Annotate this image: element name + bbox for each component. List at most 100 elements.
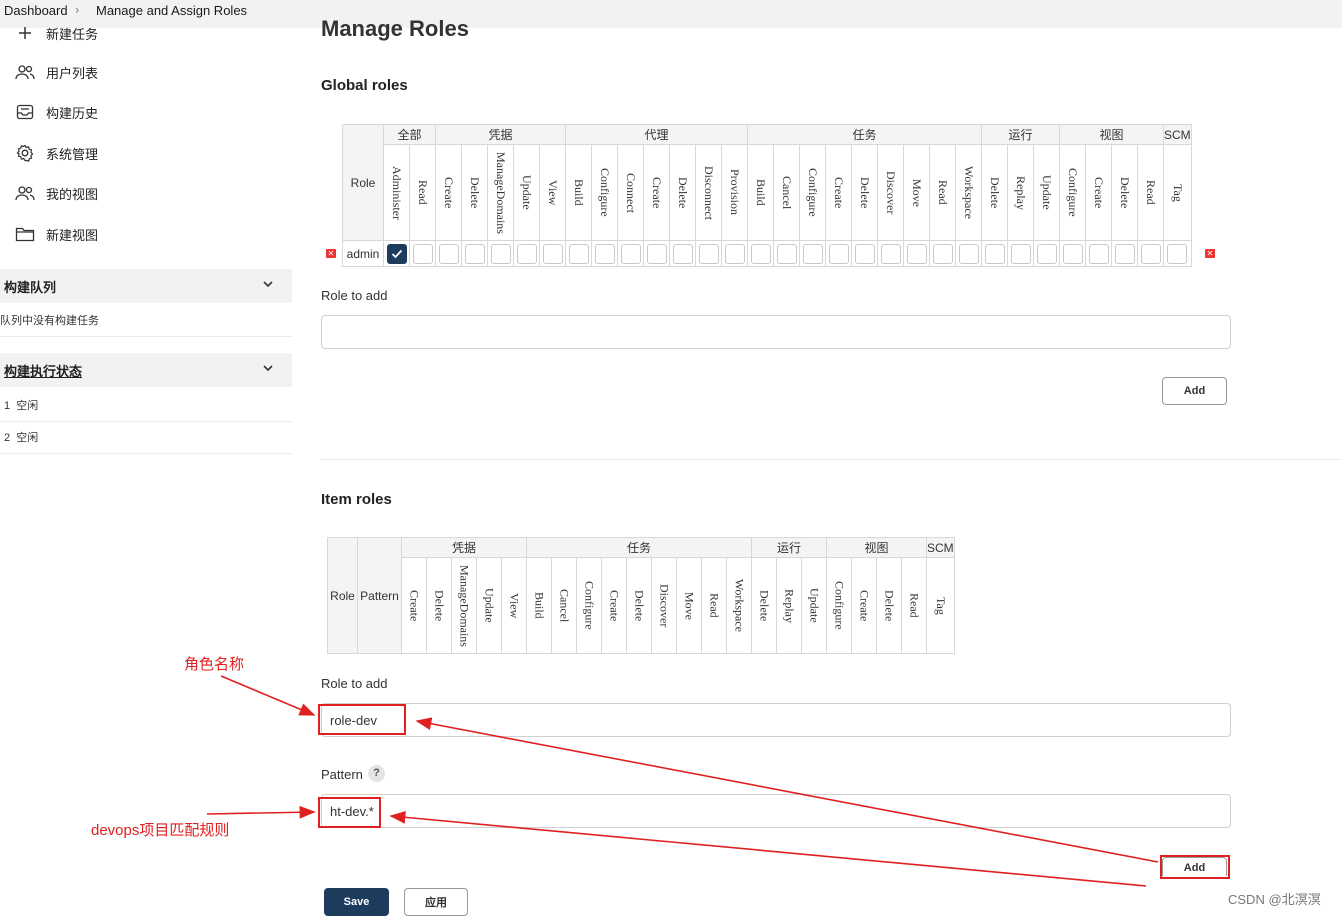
permission-checkbox[interactable] — [880, 243, 901, 264]
permission-cell — [617, 240, 644, 267]
permission-checkbox[interactable] — [464, 243, 485, 264]
executor-status: 空闲 — [16, 432, 39, 444]
item-role-to-add-input[interactable] — [321, 703, 1231, 737]
permission-column-header: Replay — [1007, 144, 1034, 241]
permission-cell — [461, 240, 488, 267]
permission-checkbox[interactable] — [542, 243, 563, 264]
permission-cell — [1085, 240, 1112, 267]
permission-checkbox[interactable] — [698, 243, 719, 264]
global-add-button[interactable]: Add — [1162, 377, 1227, 405]
permission-checkbox[interactable] — [412, 243, 433, 264]
permission-name: Update — [520, 175, 534, 210]
permission-checkbox[interactable] — [984, 243, 1005, 264]
permission-column-header: Configure — [1059, 144, 1086, 241]
permission-checkbox[interactable] — [568, 243, 589, 264]
permission-checkbox[interactable] — [1062, 243, 1083, 264]
permission-checkbox[interactable] — [724, 243, 745, 264]
sidebar-item-build-history[interactable]: 构建历史 — [14, 101, 98, 123]
global-roles-table: Role 全部 凭据 代理 任务 运行 视图 SCM Administer Read Creat… — [342, 124, 1192, 267]
permission-checkbox[interactable] — [490, 243, 511, 264]
apply-button[interactable]: 应用 — [404, 888, 468, 916]
permission-checkbox[interactable] — [438, 243, 459, 264]
permission-column-header: Update — [801, 557, 827, 654]
permission-checkbox-checked[interactable] — [386, 243, 407, 264]
permission-cell — [539, 240, 566, 267]
sidebar-item-new-job[interactable]: 新建任务 — [14, 22, 98, 44]
permission-group-header: SCM — [1163, 124, 1192, 145]
permission-checkbox[interactable] — [1088, 243, 1109, 264]
permission-name: Workspace — [732, 578, 747, 632]
permission-name: Move — [682, 591, 697, 620]
permission-column-header: Delete — [669, 144, 696, 241]
permission-checkbox[interactable] — [828, 243, 849, 264]
build-queue-header[interactable]: 构建队列 — [0, 269, 292, 303]
sidebar-item-users[interactable]: 用户列表 — [14, 61, 98, 83]
plus-icon — [14, 23, 36, 43]
permission-cell — [903, 240, 930, 267]
permission-column-header: Workspace — [955, 144, 982, 241]
permission-column-header: Read — [901, 557, 927, 654]
permission-name: View — [546, 179, 560, 206]
permission-name: Create — [407, 589, 422, 622]
permission-checkbox[interactable] — [776, 243, 797, 264]
permission-checkbox[interactable] — [672, 243, 693, 264]
breadcrumb-current[interactable]: Manage and Assign Roles — [96, 3, 247, 18]
users-icon — [14, 183, 36, 203]
permission-checkbox[interactable] — [594, 243, 615, 264]
permission-column-header: View — [501, 557, 527, 654]
global-roles-title: Global roles — [321, 77, 408, 94]
permission-group-header: 凭据 — [435, 124, 566, 145]
permission-name: Replay — [782, 588, 797, 623]
permission-checkbox[interactable] — [958, 243, 979, 264]
permission-checkbox[interactable] — [1114, 243, 1135, 264]
permission-cell — [487, 240, 514, 267]
permission-column-header: Delete — [751, 557, 777, 654]
breadcrumb-dashboard[interactable]: Dashboard — [4, 3, 68, 18]
delete-role-icon[interactable]: ✕ — [1205, 249, 1215, 258]
chevron-down-icon[interactable] — [262, 278, 274, 293]
permission-checkbox[interactable] — [932, 243, 953, 264]
watermark: CSDN @北溟溟 — [1228, 892, 1321, 907]
permission-checkbox[interactable] — [1036, 243, 1057, 264]
permission-column-header: Create — [401, 557, 427, 654]
executors-title[interactable]: 构建执行状态 — [4, 361, 82, 380]
permission-checkbox[interactable] — [1010, 243, 1031, 264]
executors-header[interactable]: 构建执行状态 — [0, 353, 292, 387]
save-button[interactable]: Save — [324, 888, 389, 916]
permission-name: Create — [650, 176, 664, 209]
permission-checkbox[interactable] — [802, 243, 823, 264]
permission-column-header: Read — [929, 144, 956, 241]
permission-checkbox[interactable] — [620, 243, 641, 264]
permission-name: Create — [442, 176, 456, 209]
folder-icon — [14, 224, 36, 244]
permission-checkbox[interactable] — [1140, 243, 1161, 264]
permission-cell — [591, 240, 618, 267]
permission-checkbox[interactable] — [516, 243, 537, 264]
permission-name: Tag — [1170, 183, 1185, 202]
chevron-right-icon: › — [75, 2, 80, 17]
sidebar-item-manage[interactable]: 系统管理 — [14, 142, 98, 164]
permission-group-header: 代理 — [565, 124, 748, 145]
delete-role-icon[interactable]: ✕ — [326, 249, 336, 258]
permission-name: Delete — [632, 589, 647, 622]
permission-group-header: SCM — [926, 537, 955, 558]
permission-checkbox[interactable] — [1167, 243, 1188, 264]
sidebar-item-my-views[interactable]: 我的视图 — [14, 182, 98, 204]
permission-checkbox[interactable] — [854, 243, 875, 264]
permission-column-header: Workspace — [726, 557, 752, 654]
permission-column-header: Delete — [461, 144, 488, 241]
global-role-to-add-input[interactable] — [321, 315, 1231, 349]
permission-cell — [799, 240, 826, 267]
permission-column-header: ManageDomains — [487, 144, 514, 241]
sidebar-item-new-view[interactable]: 新建视图 — [14, 223, 98, 245]
pattern-input[interactable] — [321, 794, 1231, 828]
chevron-down-icon[interactable] — [262, 362, 274, 377]
permission-checkbox[interactable] — [646, 243, 667, 264]
annotation-box-pattern — [318, 797, 381, 828]
permission-cell — [383, 240, 410, 267]
permission-name: Read — [936, 180, 950, 205]
help-icon[interactable]: ? — [368, 765, 385, 782]
permission-column-header: Connect — [617, 144, 644, 241]
permission-checkbox[interactable] — [750, 243, 771, 264]
permission-checkbox[interactable] — [906, 243, 927, 264]
